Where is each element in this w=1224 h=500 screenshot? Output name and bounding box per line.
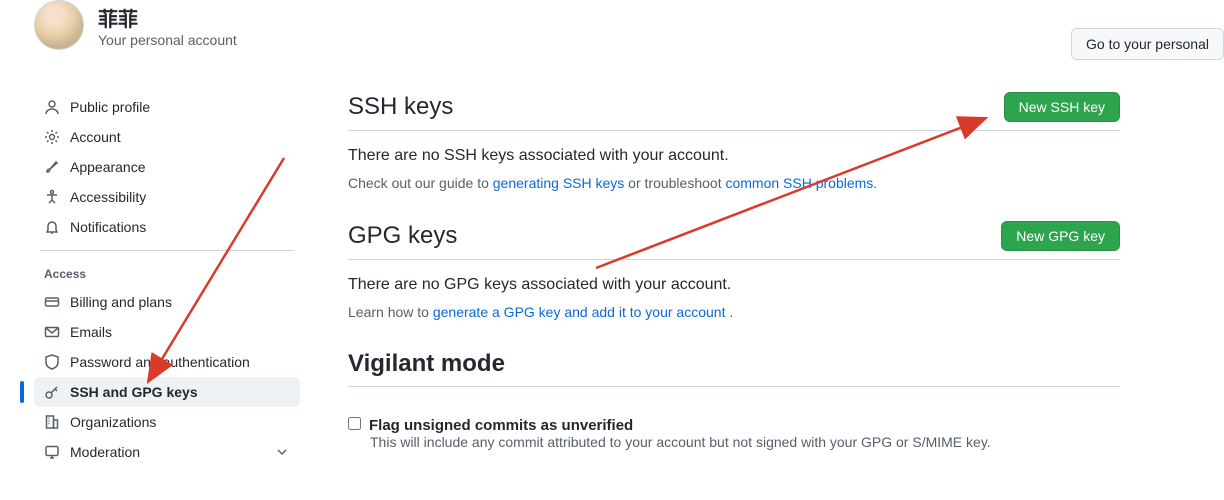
new-ssh-key-button[interactable]: New SSH key bbox=[1004, 92, 1120, 122]
sidebar-item-accessibility[interactable]: Accessibility bbox=[34, 182, 300, 212]
sidebar-item-password[interactable]: Password and authentication bbox=[34, 347, 300, 377]
common-ssh-problems-link[interactable]: common SSH problems bbox=[725, 175, 873, 191]
sidebar-item-label: Notifications bbox=[70, 219, 146, 235]
avatar[interactable] bbox=[34, 0, 84, 50]
credit-card-icon bbox=[44, 294, 60, 310]
sidebar-item-ssh-gpg[interactable]: SSH and GPG keys bbox=[34, 377, 300, 407]
sidebar-item-moderation[interactable]: Moderation bbox=[34, 437, 300, 467]
gpg-section-title: GPG keys bbox=[348, 222, 457, 250]
sidebar-item-notifications[interactable]: Notifications bbox=[34, 212, 300, 242]
ssh-empty-text: There are no SSH keys associated with yo… bbox=[348, 147, 1120, 165]
sidebar-item-emails[interactable]: Emails bbox=[34, 317, 300, 347]
sidebar-item-label: Appearance bbox=[70, 159, 146, 175]
sidebar-item-organizations[interactable]: Organizations bbox=[34, 407, 300, 437]
sidebar-item-label: Password and authentication bbox=[70, 354, 250, 370]
generate-gpg-key-link[interactable]: generate a GPG key and add it to your ac… bbox=[433, 304, 726, 320]
goto-profile-button[interactable]: Go to your personal bbox=[1071, 28, 1224, 60]
gpg-help-text: Learn how to generate a GPG key and add … bbox=[348, 304, 1120, 320]
sidebar-item-label: Billing and plans bbox=[70, 294, 172, 310]
main-content: SSH keys New SSH key There are no SSH ke… bbox=[300, 92, 1120, 467]
bell-icon bbox=[44, 219, 60, 235]
gear-icon bbox=[44, 129, 60, 145]
flag-unsigned-checkbox[interactable] bbox=[348, 417, 361, 430]
generating-ssh-keys-link[interactable]: generating SSH keys bbox=[493, 175, 625, 191]
shield-lock-icon bbox=[44, 354, 60, 370]
vigilant-section-title: Vigilant mode bbox=[348, 350, 505, 378]
sidebar-item-public-profile[interactable]: Public profile bbox=[34, 92, 300, 122]
ssh-section-title: SSH keys bbox=[348, 93, 453, 121]
sidebar-item-billing[interactable]: Billing and plans bbox=[34, 287, 300, 317]
sidebar-item-label: Public profile bbox=[70, 99, 150, 115]
sidebar-item-account[interactable]: Account bbox=[34, 122, 300, 152]
sidebar-access-caption: Access bbox=[34, 255, 300, 287]
sidebar-item-label: Account bbox=[70, 129, 121, 145]
gpg-empty-text: There are no GPG keys associated with yo… bbox=[348, 276, 1120, 294]
divider bbox=[40, 250, 294, 251]
ssh-help-text: Check out our guide to generating SSH ke… bbox=[348, 175, 1120, 191]
new-gpg-key-button[interactable]: New GPG key bbox=[1001, 221, 1120, 251]
person-icon bbox=[44, 99, 60, 115]
sidebar-item-label: Organizations bbox=[70, 414, 156, 430]
profile-sub: Your personal account bbox=[98, 32, 237, 48]
flag-unsigned-label[interactable]: Flag unsigned commits as unverified bbox=[369, 417, 633, 434]
mail-icon bbox=[44, 324, 60, 340]
profile-name: 菲菲 bbox=[98, 3, 237, 32]
sidebar-item-label: Moderation bbox=[70, 444, 140, 460]
sidebar: Public profile Account Appearance Access… bbox=[0, 92, 300, 467]
organization-icon bbox=[44, 414, 60, 430]
sidebar-item-label: Emails bbox=[70, 324, 112, 340]
flag-unsigned-desc: This will include any commit attributed … bbox=[348, 434, 1120, 450]
report-icon bbox=[44, 444, 60, 460]
key-icon bbox=[44, 384, 60, 400]
chevron-down-icon bbox=[274, 444, 290, 460]
sidebar-item-label: Accessibility bbox=[70, 189, 146, 205]
accessibility-icon bbox=[44, 189, 60, 205]
paintbrush-icon bbox=[44, 159, 60, 175]
sidebar-item-appearance[interactable]: Appearance bbox=[34, 152, 300, 182]
sidebar-item-label: SSH and GPG keys bbox=[70, 384, 198, 400]
